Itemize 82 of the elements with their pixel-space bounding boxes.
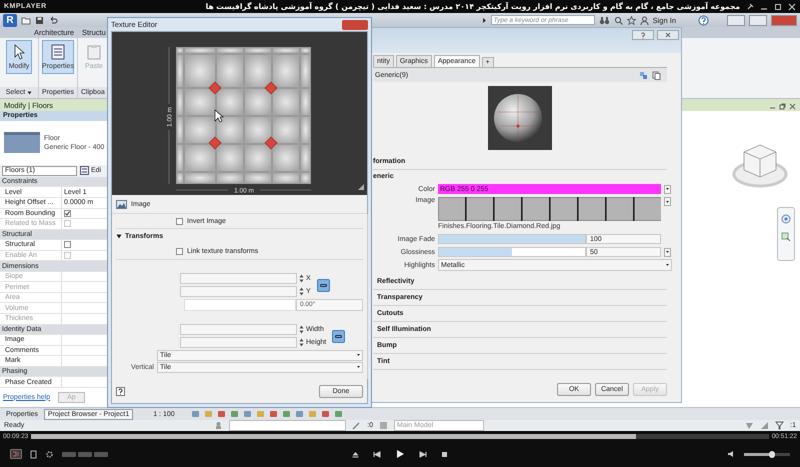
restore-icon[interactable]: [779, 103, 786, 110]
undo-icon[interactable]: [48, 16, 58, 24]
caret-icon: [666, 264, 669, 266]
help-icon[interactable]: [698, 14, 709, 26]
wheel-icon[interactable]: [781, 214, 791, 224]
save-icon[interactable]: [35, 16, 44, 24]
close-icon[interactable]: [788, 2, 796, 10]
close-button[interactable]: [657, 30, 679, 40]
resize-grip-icon[interactable]: [358, 184, 364, 190]
dropdown-button[interactable]: [664, 197, 671, 206]
spin-up-icon[interactable]: [299, 287, 304, 291]
number-field[interactable]: [180, 286, 297, 297]
app-logo[interactable]: R: [3, 14, 17, 26]
chain-icon: [320, 284, 327, 286]
number-field[interactable]: [180, 324, 297, 335]
caret-icon: [357, 366, 360, 368]
properties-icon[interactable]: [51, 44, 65, 60]
link-toggle[interactable]: [332, 330, 346, 342]
caret-icon: [357, 354, 360, 356]
spin-up-icon[interactable]: [299, 325, 304, 329]
caret-icon[interactable]: [482, 16, 487, 24]
help-icon[interactable]: [116, 386, 125, 396]
file-icon[interactable]: [30, 450, 37, 458]
cursor-icon[interactable]: [12, 44, 26, 60]
search-icon[interactable]: [614, 16, 623, 24]
swap-icon[interactable]: [639, 70, 648, 80]
checkbox[interactable]: [64, 241, 71, 248]
volume-icon[interactable]: [727, 450, 736, 458]
help-button[interactable]: [632, 30, 654, 40]
volume-slider[interactable]: [744, 452, 790, 456]
input-field[interactable]: [184, 298, 296, 310]
spin-down-icon[interactable]: [299, 330, 304, 334]
caret-icon: [666, 200, 669, 202]
logo-icon[interactable]: [10, 449, 22, 459]
material-preview-drawing: [488, 86, 552, 150]
volume-thumb[interactable]: [768, 450, 775, 458]
dropdown-button[interactable]: [664, 248, 671, 256]
number-field[interactable]: [180, 337, 297, 348]
maximize-icon[interactable]: [774, 2, 782, 10]
spin-up-icon[interactable]: [299, 338, 304, 342]
binoculars-icon[interactable]: [598, 16, 610, 24]
dropdown-button[interactable]: [664, 184, 671, 194]
spin-down-icon[interactable]: [299, 343, 304, 347]
spin-down-icon[interactable]: [299, 279, 304, 283]
pin-icon[interactable]: [746, 2, 754, 10]
close-button[interactable]: [342, 20, 368, 30]
close-icon[interactable]: [665, 32, 671, 38]
link-toggle[interactable]: [316, 278, 330, 292]
checkbox[interactable]: [176, 218, 183, 224]
star-icon[interactable]: [626, 16, 636, 24]
floor-type-preview: [4, 132, 40, 154]
number-field[interactable]: [180, 273, 297, 284]
caret-icon: [666, 188, 669, 190]
stop-icon[interactable]: [441, 450, 448, 458]
play-icon[interactable]: [395, 449, 405, 459]
previous-icon[interactable]: [373, 450, 381, 458]
image-icon[interactable]: [116, 200, 127, 208]
editing-icon[interactable]: [352, 421, 362, 430]
scrollbar[interactable]: [367, 214, 370, 379]
user-icon[interactable]: [640, 16, 649, 24]
edit-type-icon[interactable]: [80, 166, 89, 176]
zoom-icon[interactable]: [781, 232, 791, 242]
close-icon[interactable]: [789, 103, 796, 110]
chain-icon: [335, 334, 342, 338]
texture-thumbnail-strip[interactable]: [438, 197, 661, 221]
spin-down-icon[interactable]: [299, 292, 304, 296]
spin-up-icon[interactable]: [299, 274, 304, 278]
help-icon[interactable]: [640, 32, 646, 38]
next-icon[interactable]: [419, 450, 427, 458]
checkbox[interactable]: [64, 210, 71, 217]
filter-icon[interactable]: [775, 421, 784, 430]
checkbox[interactable]: [176, 248, 183, 254]
duplicate-icon[interactable]: [652, 70, 661, 80]
caret-icon: [666, 251, 669, 253]
eject-icon[interactable]: [352, 450, 359, 458]
workset-icon[interactable]: [214, 421, 224, 430]
folder-icon[interactable]: [21, 16, 31, 24]
seek-bar[interactable]: [31, 434, 769, 438]
settings-icon[interactable]: [45, 450, 54, 458]
cursor-icon: [214, 109, 224, 122]
caret-icon[interactable]: [27, 90, 32, 94]
triangle-icon[interactable]: [116, 234, 122, 238]
